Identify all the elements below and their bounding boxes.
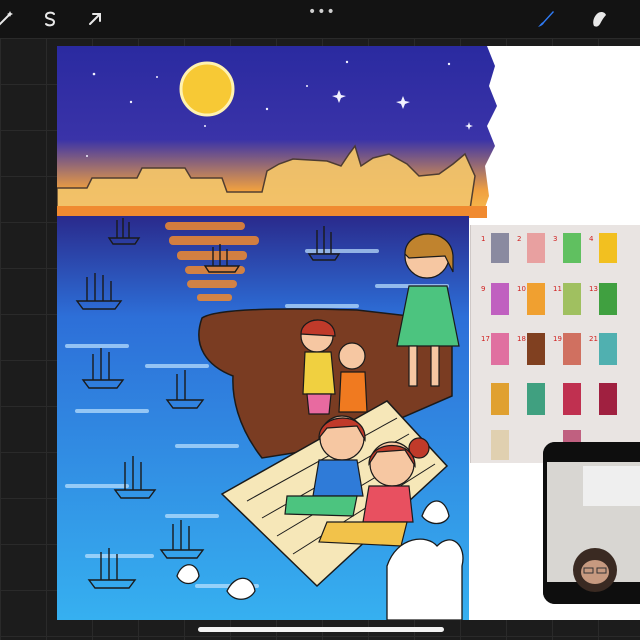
home-indicator[interactable] [198, 627, 444, 632]
swatch-number: 11 [553, 285, 562, 293]
swatch-number: 21 [589, 335, 598, 343]
swatch-number: 9 [481, 285, 485, 293]
swatch-number: 18 [517, 335, 526, 343]
top-toolbar: ••• [0, 0, 640, 38]
transform-arrow-icon[interactable] [82, 6, 108, 32]
swatch-number: 4 [589, 235, 594, 243]
swatch-number: 3 [553, 235, 557, 243]
swatch-number: 10 [517, 285, 526, 293]
swatch-number: 19 [553, 335, 562, 343]
video-feed [543, 442, 640, 604]
swatch-number: 2 [517, 235, 521, 243]
color-swatch-reference-photo[interactable]: 1 2 3 4 9 10 11 13 17 18 19 21 [470, 225, 640, 463]
more-options-icon[interactable]: ••• [308, 4, 336, 20]
smudge-icon[interactable] [586, 6, 612, 32]
brush-icon[interactable] [532, 6, 558, 32]
adjustments-wand-icon[interactable] [0, 6, 18, 32]
video-call-tile[interactable] [543, 442, 640, 604]
swatch-number: 1 [481, 235, 485, 243]
selection-s-icon[interactable] [37, 6, 63, 32]
swatch-number: 13 [589, 285, 598, 293]
swatch-number: 17 [481, 335, 490, 343]
moon [179, 61, 235, 117]
swatch-grid: 1 2 3 4 9 10 11 13 17 18 19 21 [481, 233, 617, 460]
